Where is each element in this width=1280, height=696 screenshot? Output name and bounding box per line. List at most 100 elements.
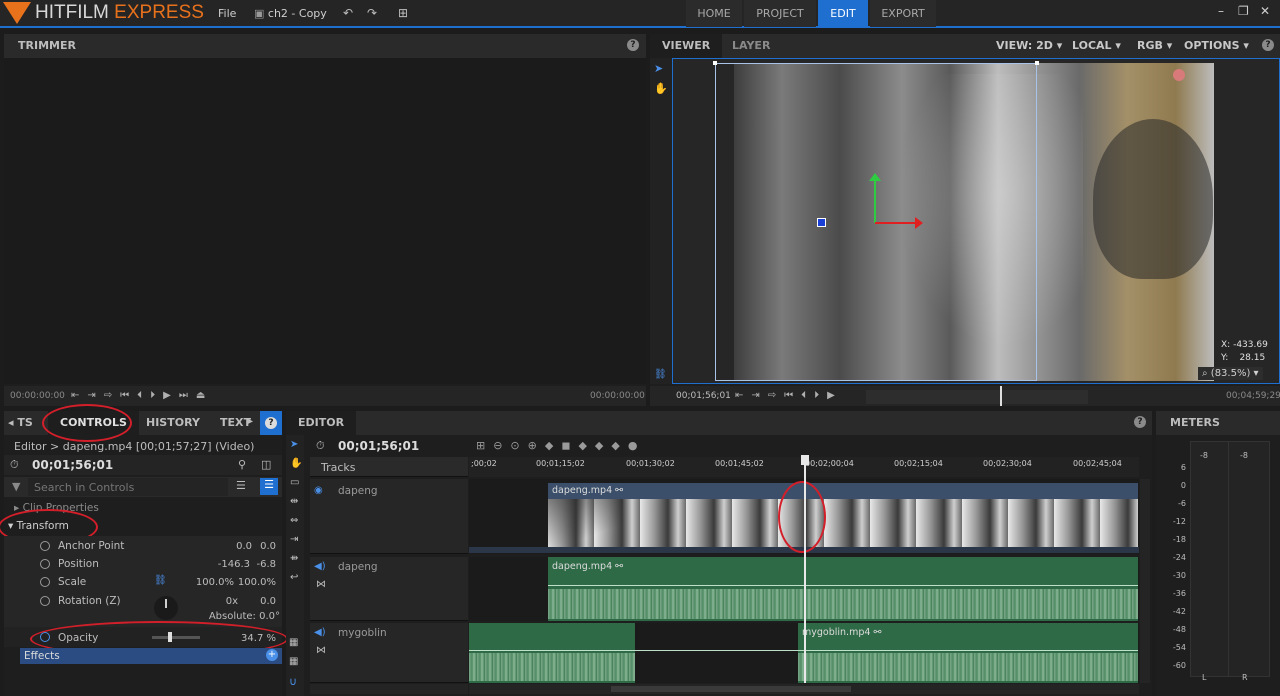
playhead-handle[interactable] — [801, 455, 809, 465]
pin-icon[interactable]: ⚲ — [238, 458, 246, 471]
help-icon[interactable]: ? — [627, 39, 639, 51]
view-mode-dropdown[interactable]: VIEW: 2D ▾ — [996, 34, 1062, 58]
slide-tool-icon[interactable]: ⇔ — [290, 515, 298, 526]
filter-icon[interactable]: ▼ — [12, 480, 20, 493]
eye-icon[interactable]: ◉ — [314, 485, 323, 496]
position-x[interactable]: -146.3 — [202, 559, 250, 570]
scale-y[interactable]: 100.0% — [236, 577, 276, 588]
meter-scale-label: -36 — [1172, 589, 1186, 598]
minimize-button[interactable]: – — [1218, 4, 1224, 18]
audio-waveform — [798, 653, 1138, 681]
tab-prev-arrow[interactable]: ◂ TS — [4, 411, 37, 435]
zoom-dropdown[interactable]: ⌕ (83.5%) ▾ — [1198, 367, 1263, 380]
timeline-playhead[interactable] — [804, 455, 806, 683]
viewer-playhead[interactable] — [1000, 386, 1002, 406]
zoom-slider[interactable] — [310, 684, 468, 694]
layout-icon[interactable]: ◫ — [261, 458, 271, 471]
rate-tool-icon[interactable]: ↩ — [290, 572, 298, 583]
video-clip-thumbnails[interactable] — [548, 499, 1138, 547]
pan-tool-icon[interactable]: ✋ — [290, 458, 302, 469]
trimmer-tab[interactable]: TRIMMER — [6, 34, 88, 58]
pan-tool-icon[interactable]: ✋ — [654, 82, 668, 95]
viewer-scrubber[interactable] — [866, 390, 1088, 404]
tab-editor[interactable]: EDITOR — [286, 411, 357, 435]
tab-layer[interactable]: LAYER — [720, 34, 782, 58]
options-dropdown[interactable]: OPTIONS ▾ — [1184, 34, 1249, 58]
tab-history[interactable]: HISTORY — [134, 411, 212, 435]
viewer-help-icon[interactable]: ? — [1262, 39, 1274, 51]
link-icon[interactable]: ⛓ — [154, 575, 167, 586]
clock-icon: ⏱ — [316, 439, 325, 452]
scroll-thumb[interactable] — [611, 686, 851, 692]
link-icon[interactable]: ⛓ — [654, 369, 667, 380]
select-tool-icon[interactable]: ➤ — [654, 62, 663, 75]
detail-view-icon[interactable]: ☰ — [260, 478, 278, 495]
position-y[interactable]: -6.8 — [252, 559, 276, 570]
anchor-point-handle[interactable] — [817, 218, 826, 227]
rotation-dial[interactable] — [154, 596, 178, 620]
bbox-handle[interactable] — [713, 61, 717, 65]
bbox-handle[interactable] — [1035, 61, 1039, 65]
space-dropdown[interactable]: LOCAL ▾ — [1072, 34, 1121, 58]
close-button[interactable]: ✕ — [1260, 4, 1270, 18]
editor-tool-buttons[interactable]: ⊞⊖⊙⊕◆◼◆◆◆● — [476, 439, 645, 452]
roll-tool-icon[interactable]: ⇻ — [290, 553, 298, 564]
scale-x[interactable]: 100.0% — [190, 577, 234, 588]
anchor-point-y[interactable]: 0.0 — [252, 541, 276, 552]
audio-track-name[interactable]: mygoblin — [338, 627, 387, 639]
controls-help-icon[interactable]: ? — [265, 417, 277, 429]
snap-icon[interactable]: ▦ — [289, 637, 298, 648]
speaker-icon[interactable]: ◀) — [314, 627, 326, 638]
viewer-panel: VIEWER LAYER VIEW: 2D ▾ LOCAL ▾ RGB ▾ OP… — [650, 34, 1280, 406]
grid-view-icon[interactable]: ▦ — [289, 656, 298, 667]
trimmer-transport-buttons[interactable]: ⇤⇥⇨⏮⏴⏵▶⏭⏏ — [71, 390, 213, 401]
search-input[interactable] — [28, 478, 228, 496]
ripple-tool-icon[interactable]: ⇥ — [290, 534, 298, 545]
undo-icon[interactable]: ↶ — [343, 6, 353, 20]
redo-icon[interactable]: ↷ — [367, 6, 377, 20]
vertical-scrollbar[interactable] — [1140, 479, 1150, 683]
rotation-turns[interactable]: 0x — [210, 596, 238, 607]
razor-tool-icon[interactable]: ▭ — [290, 477, 299, 488]
magnet-icon[interactable]: ∪ — [289, 675, 297, 688]
tab-text[interactable]: TEXT — [208, 411, 263, 435]
project-name[interactable]: ▣ ch2 - Copy — [254, 7, 327, 20]
tab-project[interactable]: PROJECT — [744, 0, 816, 27]
audio-track-header[interactable] — [310, 557, 468, 621]
keyframe-toggle[interactable] — [40, 559, 50, 569]
tab-edit[interactable]: EDIT — [818, 0, 868, 27]
audio-track-name[interactable]: dapeng — [338, 561, 378, 573]
editor-help-icon[interactable]: ? — [1134, 416, 1146, 428]
x-axis-gizmo[interactable] — [875, 222, 915, 224]
speaker-icon[interactable]: ◀) — [314, 561, 326, 572]
waveform-icon[interactable]: ⋈ — [316, 645, 326, 656]
maximize-button[interactable]: ❐ — [1238, 4, 1249, 18]
trimmer-panel: TRIMMER ? 00:00:00:00 ⇤⇥⇨⏮⏴⏵▶⏭⏏ 00:00:00… — [4, 34, 646, 406]
tab-next-arrow[interactable]: ▸ — [248, 416, 253, 427]
list-view-icon[interactable]: ☰ — [236, 479, 246, 492]
slip-tool-icon[interactable]: ⇹ — [290, 496, 298, 507]
tab-export[interactable]: EXPORT — [870, 0, 936, 27]
video-track-name[interactable]: dapeng — [338, 485, 378, 497]
video-clip-header[interactable] — [548, 483, 1138, 499]
video-track-header[interactable] — [310, 479, 468, 554]
tab-home[interactable]: HOME — [686, 0, 742, 27]
keyframe-toggle[interactable] — [40, 541, 50, 551]
viewer-canvas[interactable]: X: -433.69 Y: 28.15 — [672, 58, 1280, 384]
meters-panel: METERS -8 -8 L R 6 0 -6 -12 -18 -24 -30 -36 -42 -… — [1156, 411, 1280, 696]
audio-track-header[interactable] — [310, 623, 468, 683]
y-axis-gizmo[interactable] — [874, 179, 876, 223]
tab-viewer[interactable]: VIEWER — [650, 34, 723, 58]
channel-dropdown[interactable]: RGB ▾ — [1137, 34, 1172, 58]
add-effect-icon[interactable]: + — [266, 649, 278, 661]
waveform-icon[interactable]: ⋈ — [316, 579, 326, 590]
select-tool-icon[interactable]: ➤ — [290, 439, 298, 450]
tab-meters[interactable]: METERS — [1158, 411, 1232, 435]
keyframe-toggle[interactable] — [40, 596, 50, 606]
rotation-degrees[interactable]: 0.0 — [248, 596, 276, 607]
grid-icon[interactable]: ⊞ — [398, 6, 408, 20]
viewer-transport-buttons[interactable]: ⇤⇥⇨⏮⏴⏵▶ — [735, 390, 843, 401]
anchor-point-x[interactable]: 0.0 — [212, 541, 252, 552]
menu-file[interactable]: File — [218, 7, 236, 20]
keyframe-toggle[interactable] — [40, 577, 50, 587]
